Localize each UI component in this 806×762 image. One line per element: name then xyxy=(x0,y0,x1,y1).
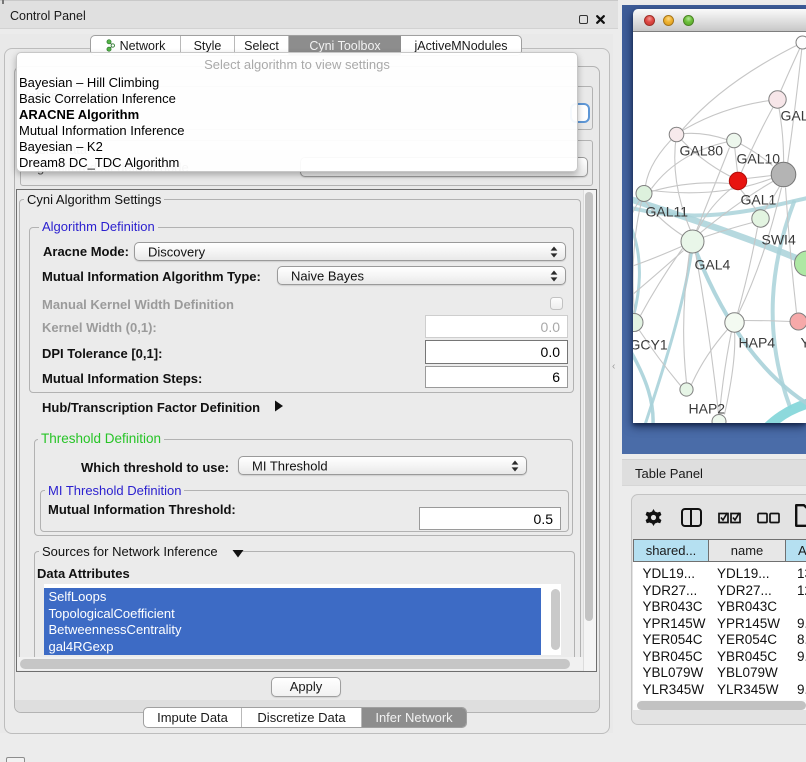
svg-text:HAP4: HAP4 xyxy=(739,335,776,351)
svg-text:GAL1: GAL1 xyxy=(741,192,777,208)
svg-text:SWI4: SWI4 xyxy=(762,232,796,248)
svg-text:GAL4: GAL4 xyxy=(695,257,731,273)
svg-text:GAL10: GAL10 xyxy=(737,151,781,167)
svg-text:YM: YM xyxy=(801,335,806,351)
svg-text:HAP2: HAP2 xyxy=(689,401,726,417)
svg-text:GAL11: GAL11 xyxy=(646,204,689,220)
svg-text:GAL2: GAL2 xyxy=(781,108,806,124)
svg-text:GCY1: GCY1 xyxy=(633,337,668,353)
svg-text:GAL80: GAL80 xyxy=(680,143,724,159)
